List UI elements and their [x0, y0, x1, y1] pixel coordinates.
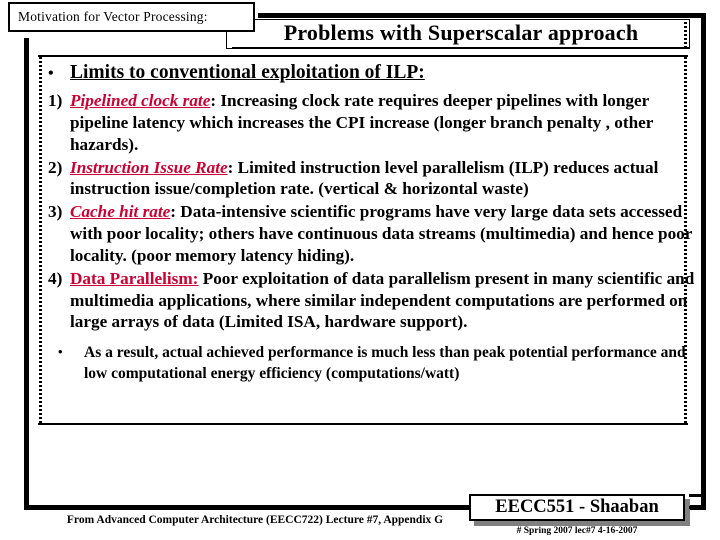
page-title: Problems with Superscalar approach: [283, 20, 639, 45]
list-item-number: 4): [48, 268, 63, 288]
list-item-term: Pipelined clock rate: [70, 91, 211, 110]
list-item-text: Data Parallelism: Poor exploitation of d…: [70, 268, 696, 334]
main-bullet-label: Limits to conventional exploitation of I…: [70, 62, 425, 83]
closing-bullet-text: As a result, actual achieved performance…: [84, 344, 686, 382]
bullet-icon: •: [48, 65, 54, 82]
signature-tick-lower: [689, 506, 703, 509]
list-item-text: Instruction Issue Rate: Limited instruct…: [70, 157, 696, 201]
list-item-number: 3): [48, 202, 63, 222]
signature-title: EECC551 - Shaaban: [495, 497, 659, 517]
frame-left-rule: [24, 38, 29, 510]
list-item-text: Pipelined clock rate: Increasing clock r…: [70, 90, 696, 156]
caption-box: Motivation for Vector Processing:: [8, 2, 255, 32]
closing-bullet: • As a result, actual achieved performan…: [36, 343, 696, 384]
caption-label: Motivation for Vector Processing:: [18, 9, 208, 24]
list-item-text: Cache hit rate: Data-intensive scientifi…: [70, 201, 696, 267]
list-item-term: Data Parallelism:: [70, 268, 199, 288]
list-item-number: 2): [48, 157, 63, 177]
frame-right-rule: [701, 13, 706, 510]
frame-top-rule: [258, 13, 706, 18]
signature-tick-upper: [689, 494, 703, 497]
slide-body: • Limits to conventional exploitation of…: [36, 62, 696, 385]
signature-subtitle: # Spring 2007 lec#7 4-16-2007: [516, 526, 638, 536]
list-item: 3) Cache hit rate: Data-intensive scient…: [36, 201, 696, 267]
list-item: 4) Data Parallelism: Poor exploitation o…: [36, 268, 696, 334]
title-underline: [232, 47, 690, 49]
source-attribution: From Advanced Computer Architecture (EEC…: [66, 514, 444, 526]
bullet-icon: •: [58, 344, 63, 360]
list-item-term: Cache hit rate: [70, 202, 171, 222]
list-item: 2) Instruction Issue Rate: Limited instr…: [36, 157, 696, 201]
list-item: 1) Pipelined clock rate: Increasing cloc…: [36, 90, 696, 156]
list-item-number: 1): [48, 91, 63, 110]
slide-canvas: Problems with Superscalar approach Motiv…: [0, 0, 720, 540]
list-item-term: Instruction Issue Rate: [70, 157, 228, 177]
signature-box: EECC551 - Shaaban: [469, 494, 685, 521]
main-bullet: • Limits to conventional exploitation of…: [36, 62, 696, 84]
